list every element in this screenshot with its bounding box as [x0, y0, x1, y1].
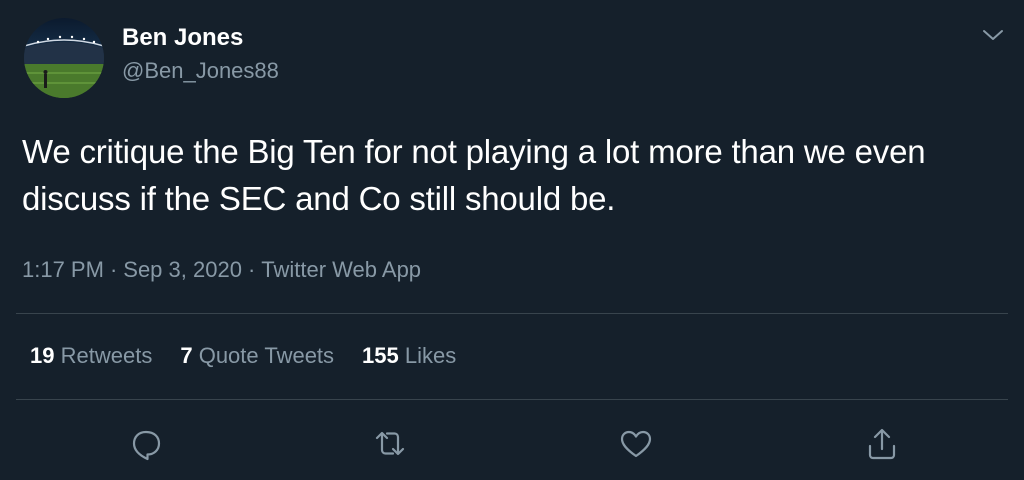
avatar[interactable]	[24, 18, 104, 98]
tweet-time[interactable]: 1:17 PM	[22, 257, 104, 282]
tweet-source[interactable]: Twitter Web App	[261, 257, 421, 282]
quote-tweets-stat[interactable]: 7 Quote Tweets	[180, 342, 334, 370]
divider	[16, 399, 1008, 400]
retweets-count: 19	[30, 343, 55, 368]
like-icon[interactable]	[616, 424, 656, 464]
author-display-name[interactable]: Ben Jones	[122, 24, 243, 52]
stadium-photo-avatar	[24, 18, 104, 98]
divider	[16, 313, 1008, 314]
tweet-text: We critique the Big Ten for not playing …	[22, 133, 926, 217]
quote-tweets-count: 7	[180, 343, 193, 368]
separator: ·	[109, 257, 118, 282]
separator: ·	[247, 257, 256, 282]
tweet-metadata: 1:17 PM · Sep 3, 2020 · Twitter Web App	[22, 256, 421, 284]
tweet-stats: 19 Retweets 7 Quote Tweets 155 Likes	[30, 342, 484, 370]
retweets-label: Retweets	[60, 343, 153, 368]
likes-label: Likes	[404, 343, 457, 368]
share-icon[interactable]	[862, 424, 902, 464]
reply-icon[interactable]	[126, 424, 166, 464]
tweet-detail: Ben Jones @Ben_Jones88 We critique the B…	[0, 0, 1024, 480]
chevron-down-icon[interactable]	[980, 24, 1006, 46]
likes-stat[interactable]: 155 Likes	[362, 342, 456, 370]
tweet-date[interactable]: Sep 3, 2020	[123, 257, 242, 282]
action-bar	[0, 424, 1024, 468]
retweets-stat[interactable]: 19 Retweets	[30, 342, 152, 370]
quote-tweets-label: Quote Tweets	[198, 343, 335, 368]
author-handle[interactable]: @Ben_Jones88	[122, 58, 279, 84]
retweet-icon[interactable]	[370, 424, 410, 464]
likes-count: 155	[362, 343, 399, 368]
